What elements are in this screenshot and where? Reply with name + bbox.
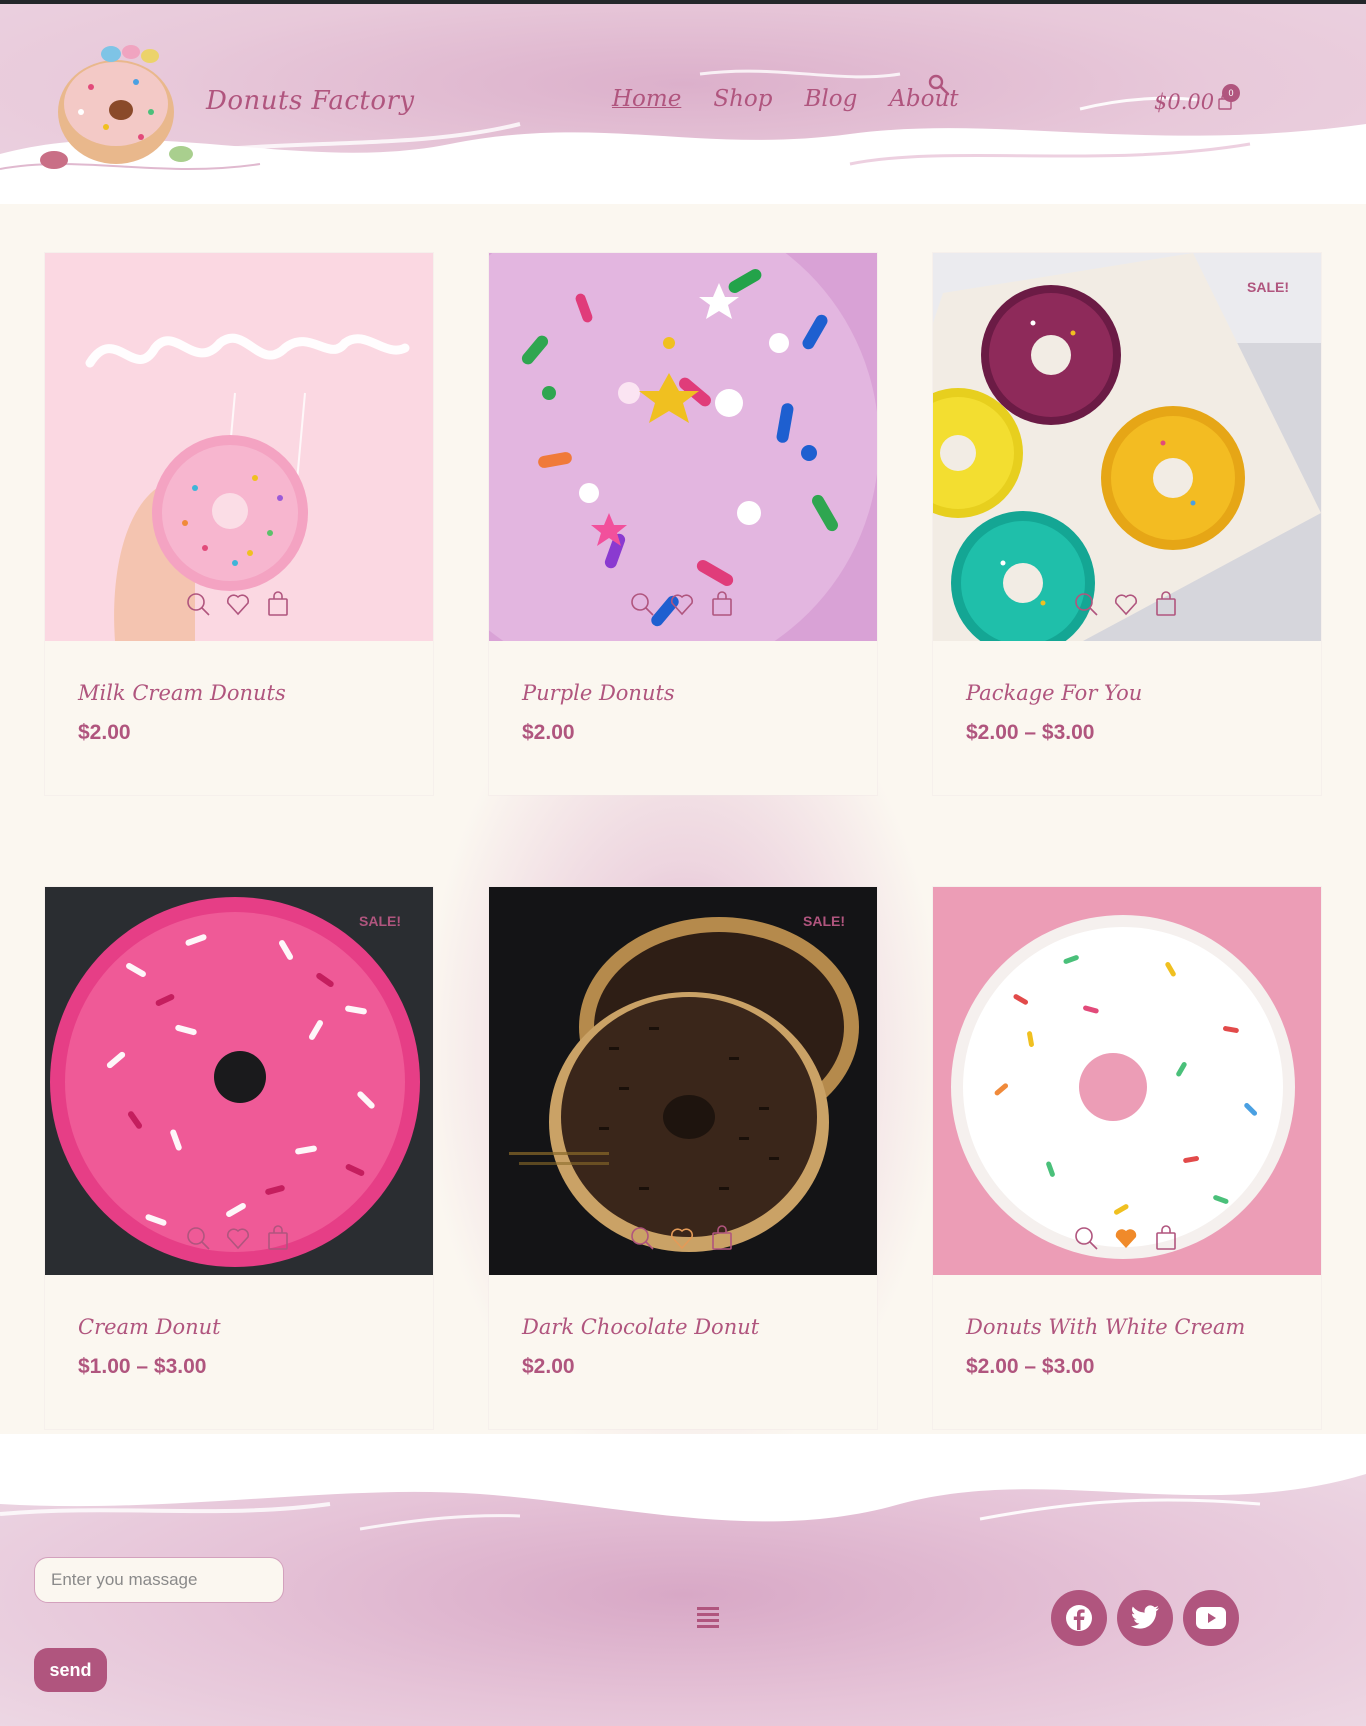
donut-logo[interactable] <box>36 42 196 172</box>
nav-home[interactable]: Home <box>612 86 681 112</box>
product-card[interactable]: Milk Cream Donuts $2.00 <box>45 253 433 795</box>
product-card[interactable]: SALE! Package For You $2.00 – $3.00 <box>933 253 1321 795</box>
add-to-cart-icon[interactable] <box>265 591 291 617</box>
quick-view-icon[interactable] <box>1073 1225 1099 1251</box>
product-card[interactable]: SALE! Dark Chocolate Donut $2.00 <box>489 887 877 1429</box>
sale-badge: SALE! <box>1247 279 1289 295</box>
product-price: $2.00 – $3.00 <box>966 1355 1095 1378</box>
twitter-button[interactable] <box>1117 1590 1173 1646</box>
sale-badge: SALE! <box>803 913 845 929</box>
product-actions <box>185 591 291 617</box>
quick-view-icon[interactable] <box>629 591 655 617</box>
product-card[interactable]: Purple Donuts $2.00 <box>489 253 877 795</box>
quick-view-icon[interactable] <box>629 1225 655 1251</box>
product-price: $2.00 <box>522 721 575 744</box>
add-to-cart-icon[interactable] <box>709 1225 735 1251</box>
product-image[interactable] <box>45 887 433 1275</box>
quick-view-icon[interactable] <box>1073 591 1099 617</box>
wishlist-heart-filled-icon[interactable] <box>1113 1225 1139 1251</box>
send-button[interactable]: send <box>34 1648 107 1692</box>
wishlist-heart-icon[interactable] <box>225 1225 251 1251</box>
product-image[interactable] <box>489 253 877 641</box>
product-name[interactable]: Purple Donuts <box>522 681 675 705</box>
add-to-cart-icon[interactable] <box>265 1225 291 1251</box>
hamburger-menu-icon[interactable] <box>697 1605 719 1629</box>
add-to-cart-icon[interactable] <box>1153 591 1179 617</box>
wishlist-heart-icon[interactable] <box>225 591 251 617</box>
product-image[interactable] <box>45 253 433 641</box>
nav-blog[interactable]: Blog <box>804 86 857 112</box>
message-input[interactable] <box>34 1557 284 1603</box>
product-price: $1.00 – $3.00 <box>78 1355 207 1378</box>
quick-view-icon[interactable] <box>185 591 211 617</box>
twitter-icon <box>1130 1605 1159 1629</box>
site-title[interactable]: Donuts Factory <box>206 86 415 116</box>
product-image[interactable] <box>933 887 1321 1275</box>
cart-button[interactable]: $0.00 <box>1154 90 1232 114</box>
product-actions <box>1073 591 1179 617</box>
product-image[interactable] <box>933 253 1321 641</box>
main-nav: Home Shop Blog About <box>612 86 959 112</box>
cart-count-badge: 0 <box>1222 84 1240 102</box>
facebook-button[interactable] <box>1051 1590 1107 1646</box>
product-name[interactable]: Donuts With White Cream <box>966 1315 1245 1339</box>
cart-total: $0.00 <box>1154 90 1215 114</box>
product-price: $2.00 <box>522 1355 575 1378</box>
product-name[interactable]: Cream Donut <box>78 1315 221 1339</box>
add-to-cart-icon[interactable] <box>709 591 735 617</box>
product-price: $2.00 – $3.00 <box>966 721 1095 744</box>
youtube-button[interactable] <box>1183 1590 1239 1646</box>
product-card[interactable]: Donuts With White Cream $2.00 – $3.00 <box>933 887 1321 1429</box>
product-name[interactable]: Dark Chocolate Donut <box>522 1315 759 1339</box>
search-icon[interactable] <box>928 74 950 96</box>
product-actions <box>629 1225 735 1251</box>
product-actions <box>185 1225 291 1251</box>
wishlist-heart-icon[interactable] <box>669 1225 695 1251</box>
product-price: $2.00 <box>78 721 131 744</box>
product-name[interactable]: Milk Cream Donuts <box>78 681 286 705</box>
quick-view-icon[interactable] <box>185 1225 211 1251</box>
sale-badge: SALE! <box>359 913 401 929</box>
nav-shop[interactable]: Shop <box>713 86 772 112</box>
site-header: Donuts Factory Home Shop Blog About $0.0… <box>0 4 1366 204</box>
add-to-cart-icon[interactable] <box>1153 1225 1179 1251</box>
wishlist-heart-icon[interactable] <box>1113 591 1139 617</box>
product-image[interactable] <box>489 887 877 1275</box>
footer-wave <box>0 1434 1366 1531</box>
product-actions <box>1073 1225 1179 1251</box>
youtube-icon <box>1196 1607 1226 1629</box>
product-card[interactable]: SALE! Cream Donut $1.00 – $3.00 <box>45 887 433 1429</box>
facebook-icon <box>1066 1605 1092 1631</box>
wishlist-heart-icon[interactable] <box>669 591 695 617</box>
product-actions <box>629 591 735 617</box>
product-name[interactable]: Package For You <box>966 681 1142 705</box>
